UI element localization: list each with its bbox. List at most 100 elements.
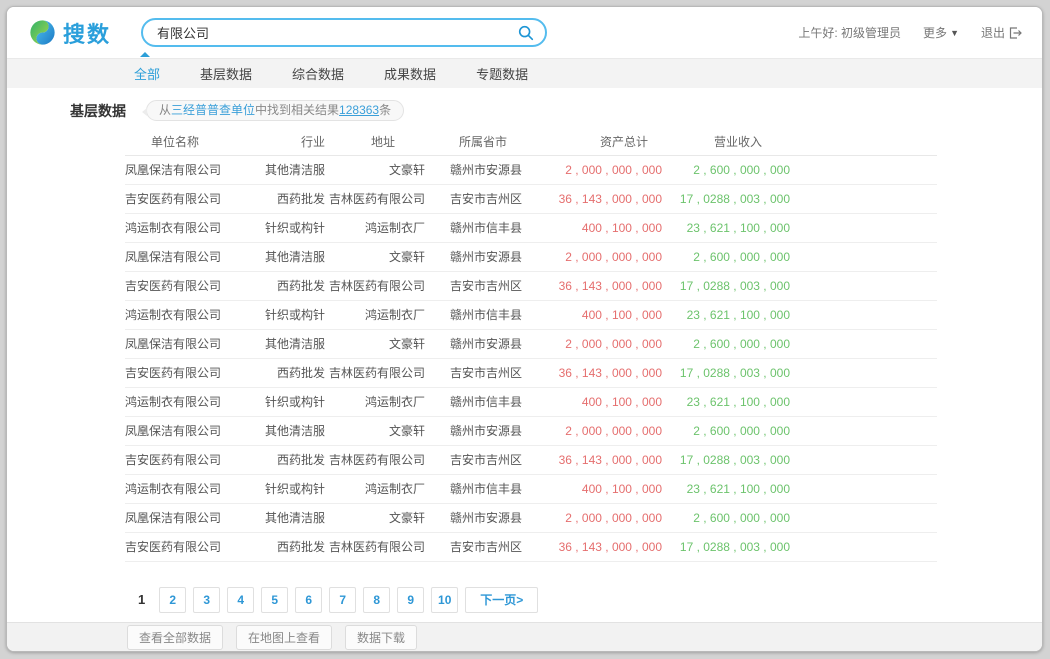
address-cell: 鸿运制衣厂 bbox=[325, 213, 425, 242]
header: 搜数 上午好: 初级管理员 更多 ▼ 退出 bbox=[7, 7, 1042, 58]
unit-name-cell: 鸿运制衣有限公司 bbox=[125, 300, 265, 329]
col-header-filler bbox=[790, 129, 937, 155]
region-cell: 赣州市安源县 bbox=[425, 416, 540, 445]
page-button-7[interactable]: 7 bbox=[329, 587, 356, 613]
brand-logo[interactable]: 搜数 bbox=[29, 17, 111, 49]
page-button-9[interactable]: 9 bbox=[397, 587, 424, 613]
unit-name-cell: 吉安医药有限公司 bbox=[125, 358, 265, 387]
logout-label: 退出 bbox=[981, 24, 1005, 41]
page-button-4[interactable]: 4 bbox=[227, 587, 254, 613]
total-assets-cell: 400 , 100 , 000 bbox=[540, 387, 662, 416]
industry-cell: 针织或构针 bbox=[265, 474, 325, 503]
region-cell: 赣州市安源县 bbox=[425, 329, 540, 358]
result-suffix: 条 bbox=[379, 103, 391, 117]
more-menu[interactable]: 更多 ▼ bbox=[923, 24, 959, 41]
address-cell: 吉林医药有限公司 bbox=[325, 358, 425, 387]
brand-swirl-icon bbox=[29, 19, 56, 46]
table-header-row: 单位名称 行业 地址 所属省市 资产总计 营业收入 bbox=[125, 129, 937, 155]
next-page-button[interactable]: 下一页> bbox=[465, 587, 538, 613]
revenue-cell: 17 , 0288 , 003 , 000 bbox=[662, 358, 790, 387]
active-tab-pointer-icon bbox=[140, 52, 150, 57]
table-row: 凤凰保洁有限公司其他清洁服文豪轩赣州市安源县2 , 000 , 000 , 00… bbox=[125, 155, 937, 184]
region-cell: 吉安市吉州区 bbox=[425, 184, 540, 213]
industry-cell: 西药批发 bbox=[265, 445, 325, 474]
result-summary-pill: 从三经普普查单位中找到相关结果128363条 bbox=[146, 100, 404, 121]
unit-name-cell: 吉安医药有限公司 bbox=[125, 532, 265, 561]
unit-name-cell: 吉安医药有限公司 bbox=[125, 271, 265, 300]
industry-cell: 其他清洁服 bbox=[265, 503, 325, 532]
revenue-cell: 17 , 0288 , 003 , 000 bbox=[662, 184, 790, 213]
industry-cell: 西药批发 bbox=[265, 532, 325, 561]
result-bar: 基层数据 从三经普普查单位中找到相关结果128363条 bbox=[7, 88, 1042, 129]
table-row: 凤凰保洁有限公司其他清洁服文豪轩赣州市安源县2 , 000 , 000 , 00… bbox=[125, 242, 937, 271]
logout-button[interactable]: 退出 bbox=[981, 24, 1022, 41]
tab-0[interactable]: 全部 bbox=[134, 64, 160, 83]
region-cell: 赣州市信丰县 bbox=[425, 213, 540, 242]
result-prefix: 从 bbox=[159, 103, 171, 117]
current-page-indicator: 1 bbox=[138, 592, 145, 607]
table-row: 鸿运制衣有限公司针织或构针鸿运制衣厂赣州市信丰县400 , 100 , 0002… bbox=[125, 300, 937, 329]
chevron-down-icon: ▼ bbox=[950, 28, 959, 38]
filler-cell bbox=[790, 242, 937, 271]
region-cell: 吉安市吉州区 bbox=[425, 358, 540, 387]
app-window: 搜数 上午好: 初级管理员 更多 ▼ 退出 bbox=[6, 6, 1043, 652]
search-box bbox=[141, 18, 547, 47]
page-button-8[interactable]: 8 bbox=[363, 587, 390, 613]
tab-bar: 全部 基层数据 综合数据 成果数据 专题数据 bbox=[7, 58, 1042, 88]
tab-2[interactable]: 综合数据 bbox=[292, 64, 344, 83]
industry-cell: 其他清洁服 bbox=[265, 329, 325, 358]
filler-cell bbox=[790, 329, 937, 358]
user-area: 上午好: 初级管理员 更多 ▼ 退出 bbox=[798, 24, 1022, 41]
tab-4[interactable]: 专题数据 bbox=[476, 64, 528, 83]
total-assets-cell: 36 , 143 , 000 , 000 bbox=[540, 358, 662, 387]
user-greeting: 上午好: 初级管理员 bbox=[798, 24, 901, 41]
table-header: 单位名称 行业 地址 所属省市 资产总计 营业收入 bbox=[125, 129, 937, 155]
unit-name-cell: 凤凰保洁有限公司 bbox=[125, 242, 265, 271]
col-header-unit-name: 单位名称 bbox=[125, 129, 265, 155]
tab-3[interactable]: 成果数据 bbox=[384, 64, 436, 83]
revenue-cell: 2 , 600 , 000 , 000 bbox=[662, 329, 790, 358]
region-cell: 吉安市吉州区 bbox=[425, 445, 540, 474]
total-assets-cell: 2 , 000 , 000 , 000 bbox=[540, 329, 662, 358]
region-cell: 赣州市安源县 bbox=[425, 503, 540, 532]
total-assets-cell: 36 , 143 , 000 , 000 bbox=[540, 184, 662, 213]
revenue-cell: 23 , 621 , 100 , 000 bbox=[662, 474, 790, 503]
col-header-revenue: 营业收入 bbox=[662, 129, 790, 155]
table-row: 吉安医药有限公司西药批发吉林医药有限公司吉安市吉州区36 , 143 , 000… bbox=[125, 532, 937, 561]
table-row: 吉安医药有限公司西药批发吉林医药有限公司吉安市吉州区36 , 143 , 000… bbox=[125, 358, 937, 387]
result-count-link[interactable]: 128363 bbox=[339, 103, 379, 117]
view-all-data-button[interactable]: 查看全部数据 bbox=[127, 625, 223, 650]
filler-cell bbox=[790, 532, 937, 561]
footer-bar: 查看全部数据 在地图上查看 数据下载 bbox=[7, 622, 1042, 651]
filler-cell bbox=[790, 474, 937, 503]
search-icon[interactable] bbox=[517, 24, 535, 42]
col-header-address: 地址 bbox=[325, 129, 425, 155]
total-assets-cell: 36 , 143 , 000 , 000 bbox=[540, 271, 662, 300]
region-cell: 赣州市安源县 bbox=[425, 155, 540, 184]
revenue-cell: 17 , 0288 , 003 , 000 bbox=[662, 271, 790, 300]
total-assets-cell: 2 , 000 , 000 , 000 bbox=[540, 242, 662, 271]
tab-1[interactable]: 基层数据 bbox=[200, 64, 252, 83]
more-label: 更多 bbox=[923, 24, 947, 41]
results-table: 单位名称 行业 地址 所属省市 资产总计 营业收入 凤凰保洁有限公司其他清洁服文… bbox=[125, 129, 937, 562]
page-button-5[interactable]: 5 bbox=[261, 587, 288, 613]
page-button-2[interactable]: 2 bbox=[159, 587, 186, 613]
download-data-button[interactable]: 数据下载 bbox=[345, 625, 417, 650]
view-on-map-button[interactable]: 在地图上查看 bbox=[236, 625, 332, 650]
page-button-6[interactable]: 6 bbox=[295, 587, 322, 613]
revenue-cell: 23 , 621 , 100 , 000 bbox=[662, 387, 790, 416]
address-cell: 吉林医药有限公司 bbox=[325, 184, 425, 213]
total-assets-cell: 400 , 100 , 000 bbox=[540, 213, 662, 242]
page-button-3[interactable]: 3 bbox=[193, 587, 220, 613]
unit-name-cell: 鸿运制衣有限公司 bbox=[125, 213, 265, 242]
filler-cell bbox=[790, 503, 937, 532]
page-button-10[interactable]: 10 bbox=[431, 587, 458, 613]
filler-cell bbox=[790, 416, 937, 445]
search-input[interactable] bbox=[157, 25, 517, 40]
address-cell: 文豪轩 bbox=[325, 503, 425, 532]
filler-cell bbox=[790, 184, 937, 213]
unit-name-cell: 吉安医药有限公司 bbox=[125, 184, 265, 213]
filler-cell bbox=[790, 387, 937, 416]
result-source-link[interactable]: 三经普普查单位 bbox=[171, 103, 255, 117]
unit-name-cell: 凤凰保洁有限公司 bbox=[125, 155, 265, 184]
